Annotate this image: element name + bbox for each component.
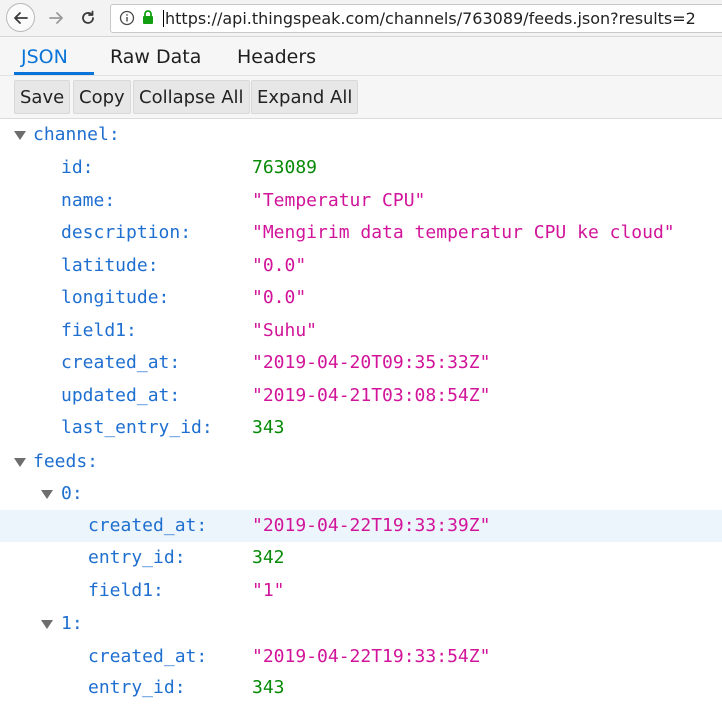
- json-key: created_at:: [61, 352, 181, 373]
- json-key: updated_at:: [61, 385, 181, 406]
- tree-row: created_at: "2019-04-20T09:35:33Z": [0, 347, 722, 379]
- json-value: "Suhu": [252, 320, 318, 341]
- tab-headers[interactable]: Headers: [237, 37, 316, 75]
- json-toolbar: Save Copy Collapse All Expand All: [0, 76, 722, 119]
- tab-json[interactable]: JSON: [21, 37, 68, 75]
- tree-row: description: "Mengirim data temperatur C…: [0, 217, 722, 249]
- tree-row: latitude: "0.0": [0, 250, 722, 282]
- json-key: created_at:: [88, 515, 208, 536]
- json-value: 763089: [252, 157, 318, 178]
- expand-toggle-icon[interactable]: [41, 620, 53, 629]
- collapse-all-button[interactable]: Collapse All: [133, 80, 250, 114]
- json-key: feeds:: [33, 451, 99, 472]
- json-value: "1": [252, 580, 285, 601]
- json-value: "Mengirim data temperatur CPU ke cloud": [252, 222, 675, 243]
- json-value: 343: [252, 417, 285, 438]
- viewer-tabs: JSON Raw Data Headers: [0, 37, 722, 76]
- tree-row: id: 763089: [0, 152, 722, 184]
- active-tab-indicator: [14, 72, 94, 75]
- expand-toggle-icon[interactable]: [14, 458, 26, 467]
- tree-row: updated_at: "2019-04-21T03:08:54Z": [0, 380, 722, 412]
- json-value: "0.0": [252, 287, 307, 308]
- json-value: "2019-04-22T19:33:54Z": [252, 646, 491, 667]
- tab-raw-data[interactable]: Raw Data: [110, 37, 201, 75]
- tree-row: longitude: "0.0": [0, 282, 722, 314]
- tree-row-feed-1[interactable]: 1:: [0, 608, 722, 640]
- reload-button[interactable]: [74, 4, 102, 32]
- copy-button[interactable]: Copy: [73, 80, 131, 114]
- lock-icon: [143, 10, 153, 24]
- reload-icon: [82, 10, 94, 24]
- json-key: name:: [61, 190, 116, 211]
- json-value: 342: [252, 547, 285, 568]
- arrow-left-icon: [13, 11, 28, 24]
- json-key: latitude:: [61, 255, 159, 276]
- address-bar[interactable]: https://api.thingspeak.com/channels/7630…: [110, 4, 722, 33]
- json-key: 1:: [61, 613, 83, 634]
- tree-row-feeds[interactable]: feeds:: [0, 446, 722, 478]
- tree-row-highlighted: created_at: "2019-04-22T19:33:39Z": [0, 510, 722, 542]
- url-value: https://api.thingspeak.com/channels/7630…: [165, 9, 696, 28]
- forward-button[interactable]: [42, 4, 70, 32]
- tree-row-channel[interactable]: channel:: [0, 119, 722, 151]
- json-key: channel:: [33, 124, 120, 145]
- json-key: field1:: [61, 320, 137, 341]
- tree-row: entry_id: 342: [0, 542, 722, 574]
- expand-all-button[interactable]: Expand All: [251, 80, 359, 114]
- json-key: 0:: [61, 483, 83, 504]
- tree-row: created_at: "2019-04-22T19:33:54Z": [0, 641, 722, 673]
- json-key: field1:: [88, 580, 164, 601]
- json-key: last_entry_id:: [61, 417, 213, 438]
- json-value: "0.0": [252, 255, 307, 276]
- json-value: "2019-04-22T19:33:39Z": [252, 515, 491, 536]
- save-button[interactable]: Save: [14, 80, 71, 114]
- tree-row: field1: "Suhu": [0, 315, 722, 347]
- json-key: longitude:: [61, 287, 170, 308]
- json-key: id:: [61, 157, 94, 178]
- json-key: entry_id:: [88, 677, 186, 698]
- browser-toolbar: https://api.thingspeak.com/channels/7630…: [0, 0, 722, 37]
- json-value: "2019-04-20T09:35:33Z": [252, 352, 491, 373]
- tree-row: entry_id: 343: [0, 672, 722, 704]
- tree-row: field1: "1": [0, 575, 722, 607]
- json-value: "Temperatur CPU": [252, 190, 426, 211]
- info-icon: [119, 10, 135, 26]
- url-text: https://api.thingspeak.com/channels/7630…: [163, 9, 696, 28]
- json-value: "2019-04-21T03:08:54Z": [252, 385, 491, 406]
- json-key: description:: [61, 222, 192, 243]
- json-value: 343: [252, 677, 285, 698]
- tree-row: last_entry_id: 343: [0, 412, 722, 444]
- tree-row-feed-0[interactable]: 0:: [0, 478, 722, 510]
- json-key: created_at:: [88, 646, 208, 667]
- json-key: entry_id:: [88, 547, 186, 568]
- expand-toggle-icon[interactable]: [41, 490, 53, 499]
- arrow-right-icon: [49, 12, 63, 24]
- tree-row: name: "Temperatur CPU": [0, 185, 722, 217]
- back-button[interactable]: [6, 3, 35, 32]
- expand-toggle-icon[interactable]: [14, 131, 26, 140]
